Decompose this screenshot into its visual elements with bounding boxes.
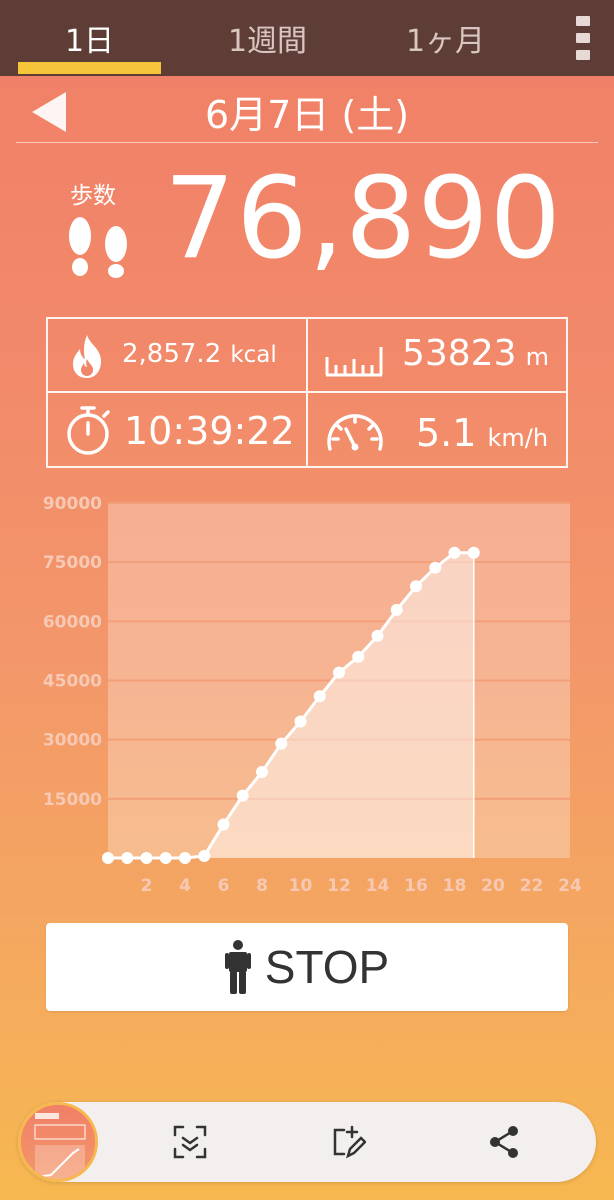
distance-unit: m <box>525 343 550 371</box>
x-tick-label: 6 <box>218 876 230 896</box>
x-tick-label: 24 <box>558 876 582 896</box>
tab-bar: 1日 1週間 1ヶ月 <box>0 0 614 76</box>
edit-icon[interactable] <box>330 1124 366 1160</box>
y-tick-label: 90000 <box>43 494 102 514</box>
data-point <box>410 580 422 593</box>
date-title: 6月7日 (土) <box>204 93 410 137</box>
data-point <box>333 666 345 679</box>
ruler-icon <box>325 347 383 377</box>
data-point <box>467 546 480 559</box>
duration-value: 10:39:22 <box>124 409 295 453</box>
x-tick-label: 10 <box>289 876 313 896</box>
y-tick-label: 60000 <box>43 612 102 632</box>
stopwatch-icon <box>67 406 110 455</box>
calories-unit: kcal <box>230 342 277 368</box>
data-point <box>294 715 307 728</box>
tab-week[interactable]: 1週間 <box>196 0 339 76</box>
data-point <box>140 852 153 864</box>
data-point <box>256 766 268 779</box>
x-tick-label: 12 <box>327 876 351 896</box>
data-point <box>217 818 230 831</box>
x-tick-label: 14 <box>366 876 390 896</box>
x-tick-label: 4 <box>179 876 191 896</box>
y-tick-label: 30000 <box>43 731 102 751</box>
walking-person-icon <box>224 940 251 994</box>
distance-value: 53823 <box>402 333 517 374</box>
data-point <box>313 690 326 703</box>
x-tick-label: 8 <box>256 876 268 896</box>
stats-panel: 2,857.2 kcal 53823 m 10:39:22 5.1 km/h <box>46 317 568 468</box>
data-point <box>352 650 365 663</box>
speedometer-icon <box>327 414 383 451</box>
screenshot-toolbar <box>18 1102 596 1182</box>
data-point <box>371 629 384 642</box>
speed-value: 5.1 <box>416 411 477 455</box>
scroll-capture-icon[interactable] <box>172 1124 208 1160</box>
data-point <box>448 546 461 559</box>
steps-chart: 1500030000450006000075000900002 4 6 8 10 12 14… <box>43 494 582 896</box>
tab-month[interactable]: 1ヶ月 <box>374 0 517 76</box>
data-point <box>102 852 114 864</box>
calories-value: 2,857.2 <box>122 339 222 369</box>
stop-label: STOP <box>264 941 390 993</box>
footprints-icon <box>69 217 127 278</box>
share-icon[interactable] <box>486 1124 522 1160</box>
speed-unit: km/h <box>487 424 549 452</box>
screenshot-thumbnail[interactable] <box>18 1102 98 1182</box>
data-point <box>179 852 191 864</box>
header-divider <box>16 142 598 143</box>
y-tick-label: 15000 <box>43 790 102 810</box>
data-point <box>390 603 403 616</box>
flame-icon <box>73 335 102 378</box>
data-point <box>159 852 172 864</box>
x-tick-label: 22 <box>520 876 544 896</box>
data-point <box>198 850 211 863</box>
x-tick-label: 2 <box>141 876 153 896</box>
x-tick-label: 20 <box>481 876 505 896</box>
active-tab-indicator <box>18 62 161 74</box>
stop-button[interactable]: STOP <box>46 923 568 1011</box>
data-point <box>236 789 249 802</box>
y-tick-label: 75000 <box>43 553 102 573</box>
data-point <box>121 852 134 864</box>
y-tick-label: 45000 <box>43 672 102 692</box>
overflow-menu-icon[interactable] <box>576 16 590 60</box>
x-tick-label: 16 <box>404 876 428 896</box>
steps-count: 76,890 <box>164 154 562 284</box>
data-point <box>429 561 442 574</box>
steps-label: 歩数 <box>70 183 116 209</box>
x-tick-label: 18 <box>443 876 467 896</box>
data-point <box>275 737 288 750</box>
